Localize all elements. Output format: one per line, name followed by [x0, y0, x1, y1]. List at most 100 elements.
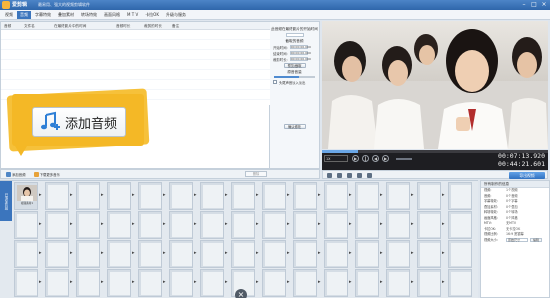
storyboard-slot[interactable]: [324, 269, 348, 297]
transition-arrow-icon[interactable]: ▸: [411, 280, 414, 285]
storyboard-tab[interactable]: 已添加片段: [0, 181, 12, 221]
transition-arrow-icon[interactable]: ▸: [163, 193, 166, 198]
storyboard-slot[interactable]: [169, 211, 193, 239]
minimize-button[interactable]: –: [520, 1, 528, 9]
preview-cut-button[interactable]: 预览/截取: [283, 63, 306, 68]
transition-arrow-icon[interactable]: ▸: [225, 193, 228, 198]
transition-arrow-icon[interactable]: ▸: [132, 193, 135, 198]
playback-speed-select[interactable]: 1X: [324, 155, 348, 162]
tab-karaoke[interactable]: 卡拉OK: [142, 11, 162, 19]
transition-arrow-icon[interactable]: ▸: [39, 222, 42, 227]
storyboard-slot[interactable]: [324, 182, 348, 210]
storyboard-slot[interactable]: [293, 182, 317, 210]
transition-arrow-icon[interactable]: ▸: [318, 193, 321, 198]
transition-arrow-icon[interactable]: ▸: [70, 222, 73, 227]
transition-arrow-icon[interactable]: ▸: [287, 193, 290, 198]
transition-arrow-icon[interactable]: ▸: [380, 193, 383, 198]
cut-icon[interactable]: [347, 173, 352, 178]
column-filename[interactable]: 文件名: [21, 22, 51, 29]
transition-arrow-icon[interactable]: ▸: [349, 280, 352, 285]
export-video-button[interactable]: 导出视频: [509, 172, 545, 179]
tab-styles[interactable]: 画面风格: [101, 11, 123, 19]
storyboard-slot[interactable]: [417, 182, 441, 210]
storyboard-slot[interactable]: [45, 240, 69, 268]
storyboard-slot[interactable]: [76, 182, 100, 210]
storyboard-slot[interactable]: [231, 240, 255, 268]
transition-arrow-icon[interactable]: ▸: [411, 193, 414, 198]
storyboard-slot[interactable]: [417, 211, 441, 239]
storyboard-slot[interactable]: [45, 182, 69, 210]
transition-arrow-icon[interactable]: ▸: [163, 251, 166, 256]
column-audio-duration[interactable]: 音频时长: [113, 22, 141, 29]
storyboard-slot[interactable]: [293, 269, 317, 297]
storyboard-slot[interactable]: [324, 240, 348, 268]
storyboard-slot[interactable]: [417, 269, 441, 297]
transition-arrow-icon[interactable]: ▸: [380, 280, 383, 285]
transition-arrow-icon[interactable]: ▸: [349, 251, 352, 256]
transition-arrow-icon[interactable]: ▸: [163, 222, 166, 227]
storyboard-slot[interactable]: [138, 182, 162, 210]
storyboard-slot[interactable]: [45, 269, 69, 297]
transition-arrow-icon[interactable]: ▸: [442, 193, 445, 198]
storyboard-slot[interactable]: [448, 182, 472, 210]
storyboard-slot[interactable]: [169, 182, 193, 210]
storyboard-slot[interactable]: [138, 240, 162, 268]
split-icon[interactable]: [357, 173, 362, 178]
storyboard-slot[interactable]: [386, 269, 410, 297]
delete-button[interactable]: 删除: [245, 171, 267, 177]
storyboard-slot[interactable]: [355, 240, 379, 268]
start-time-input[interactable]: 00:00:00.000: [289, 45, 311, 49]
storyboard-slot[interactable]: [262, 240, 286, 268]
column-start-time[interactable]: 在最终影片中的时间: [51, 22, 113, 29]
end-time-input[interactable]: 00:00:00.000: [289, 51, 311, 55]
transition-arrow-icon[interactable]: ▸: [225, 251, 228, 256]
transition-arrow-icon[interactable]: ▸: [194, 222, 197, 227]
transition-arrow-icon[interactable]: ▸: [101, 280, 104, 285]
transition-arrow-icon[interactable]: ▸: [256, 222, 259, 227]
storyboard-slot[interactable]: [76, 269, 100, 297]
storyboard-slot[interactable]: [262, 182, 286, 210]
transition-arrow-icon[interactable]: ▸: [287, 251, 290, 256]
transition-arrow-icon[interactable]: ▸: [132, 222, 135, 227]
storyboard-slot[interactable]: [386, 182, 410, 210]
storyboard-slot[interactable]: [355, 182, 379, 210]
volume-bar[interactable]: [396, 158, 412, 160]
transition-arrow-icon[interactable]: ▸: [349, 193, 352, 198]
storyboard-slot[interactable]: [169, 269, 193, 297]
rewind-icon[interactable]: ◀: [372, 155, 379, 162]
transition-arrow-icon[interactable]: ▸: [256, 251, 259, 256]
transition-arrow-icon[interactable]: ▸: [380, 222, 383, 227]
transition-arrow-icon[interactable]: ▸: [287, 280, 290, 285]
transition-arrow-icon[interactable]: ▸: [70, 280, 73, 285]
storyboard-slot[interactable]: [138, 211, 162, 239]
video-size-select[interactable]: 原始尺寸: [506, 237, 528, 242]
transition-arrow-icon[interactable]: ▸: [70, 251, 73, 256]
storyboard-slot[interactable]: [448, 240, 472, 268]
storyboard-slot[interactable]: [107, 240, 131, 268]
fade-checkbox[interactable]: [273, 80, 277, 84]
storyboard-slot[interactable]: [231, 182, 255, 210]
transition-arrow-icon[interactable]: ▸: [380, 251, 383, 256]
edit-size-button[interactable]: 编辑: [530, 237, 542, 242]
video-preview[interactable]: [322, 21, 548, 149]
storyboard-slot[interactable]: [355, 269, 379, 297]
storyboard-slot[interactable]: [169, 240, 193, 268]
storyboard-slot[interactable]: [448, 211, 472, 239]
transition-arrow-icon[interactable]: ▸: [225, 280, 228, 285]
transition-arrow-icon[interactable]: ▸: [194, 280, 197, 285]
forward-icon[interactable]: ▶: [382, 155, 389, 162]
add-audio-button[interactable]: 添加音频: [4, 171, 28, 178]
tab-mtv[interactable]: M T V: [124, 11, 141, 19]
folder-icon[interactable]: [337, 173, 342, 178]
confirm-button[interactable]: 确认修改: [283, 124, 306, 129]
transition-arrow-icon[interactable]: ▸: [70, 193, 73, 198]
pause-icon[interactable]: ‖: [362, 155, 369, 162]
maximize-button[interactable]: □: [530, 1, 538, 9]
storyboard-slot[interactable]: [262, 211, 286, 239]
download-music-button[interactable]: 下载更多音乐: [32, 171, 62, 178]
column-cut-duration[interactable]: 裁剪的时长: [141, 22, 169, 29]
storyboard-slot[interactable]: [355, 211, 379, 239]
transition-arrow-icon[interactable]: ▸: [39, 193, 42, 198]
transition-arrow-icon[interactable]: ▸: [101, 193, 104, 198]
column-notes[interactable]: 备注: [169, 22, 199, 29]
